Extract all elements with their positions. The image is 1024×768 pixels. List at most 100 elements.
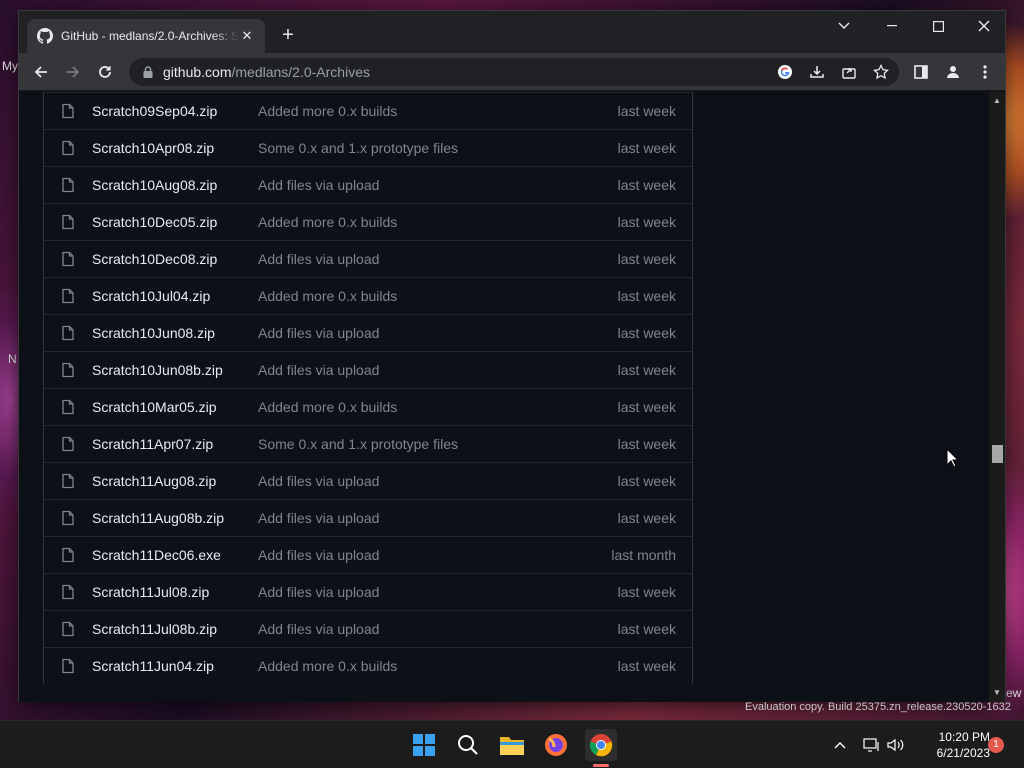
commit-message-link[interactable]: Some 0.x and 1.x prototype files bbox=[258, 140, 572, 156]
file-name-link[interactable]: Scratch10Aug08.zip bbox=[92, 177, 258, 193]
commit-message-link[interactable]: Add files via upload bbox=[258, 473, 572, 489]
browser-tab[interactable]: GitHub - medlans/2.0-Archives: Scratch ✕ bbox=[27, 19, 265, 53]
commit-date: last week bbox=[617, 251, 676, 267]
commit-message-link[interactable]: Add files via upload bbox=[258, 547, 572, 563]
volume-icon[interactable] bbox=[886, 735, 906, 755]
commit-message-link[interactable]: Add files via upload bbox=[258, 584, 572, 600]
vertical-scrollbar[interactable]: ▲ ▼ bbox=[989, 92, 1005, 702]
desktop-icon-label[interactable]: My bbox=[2, 59, 18, 73]
search-icon[interactable] bbox=[452, 729, 484, 761]
commit-message-link[interactable]: Added more 0.x builds bbox=[258, 288, 572, 304]
clock-time: 10:20 PM bbox=[938, 730, 990, 744]
table-row[interactable]: Scratch11Apr07.zip Some 0.x and 1.x proto… bbox=[44, 425, 692, 462]
new-tab-button[interactable]: + bbox=[277, 25, 299, 47]
commit-message-link[interactable]: Some 0.x and 1.x prototype files bbox=[258, 436, 572, 452]
file-name-link[interactable]: Scratch11Jul08.zip bbox=[92, 584, 258, 600]
tab-search-icon[interactable] bbox=[821, 11, 867, 41]
file-icon bbox=[60, 510, 76, 526]
scrollbar-thumb[interactable] bbox=[992, 445, 1003, 463]
minimize-button[interactable] bbox=[869, 11, 915, 41]
file-explorer-icon[interactable] bbox=[496, 729, 528, 761]
commit-message-link[interactable]: Add files via upload bbox=[258, 251, 572, 267]
commit-message-link[interactable]: Added more 0.x builds bbox=[258, 399, 572, 415]
bookmark-star-icon[interactable] bbox=[869, 60, 893, 84]
reload-button[interactable] bbox=[93, 60, 117, 84]
table-row[interactable]: Scratch10Dec08.zip Add files via upload la… bbox=[44, 240, 692, 277]
menu-icon[interactable] bbox=[973, 60, 997, 84]
file-icon bbox=[60, 362, 76, 378]
profile-icon[interactable] bbox=[941, 60, 965, 84]
forward-button[interactable] bbox=[61, 60, 85, 84]
commit-date: last week bbox=[617, 103, 676, 119]
chevron-up-icon[interactable] bbox=[830, 735, 850, 755]
file-name-link[interactable]: Scratch11Dec06.exe bbox=[92, 547, 258, 563]
table-row[interactable]: Scratch09Sep04.zip Added more 0.x builds l… bbox=[44, 92, 692, 129]
file-name-link[interactable]: Scratch10Mar05.zip bbox=[92, 399, 258, 415]
back-button[interactable] bbox=[29, 60, 53, 84]
commit-message-link[interactable]: Added more 0.x builds bbox=[258, 103, 572, 119]
install-app-icon[interactable] bbox=[805, 60, 829, 84]
commit-date: last week bbox=[617, 362, 676, 378]
commit-message-link[interactable]: Added more 0.x builds bbox=[258, 214, 572, 230]
file-name-link[interactable]: Scratch10Jun08.zip bbox=[92, 325, 258, 341]
file-name-link[interactable]: Scratch11Aug08b.zip bbox=[92, 510, 258, 526]
table-row[interactable]: Scratch11Jul08b.zip Add files via upload l… bbox=[44, 610, 692, 647]
table-row[interactable]: Scratch10Jun08b.zip Add files via upload l… bbox=[44, 351, 692, 388]
commit-message-link[interactable]: Add files via upload bbox=[258, 362, 572, 378]
scroll-up-icon[interactable]: ▲ bbox=[989, 94, 1005, 108]
lock-icon[interactable] bbox=[141, 65, 155, 79]
commit-message-link[interactable]: Add files via upload bbox=[258, 621, 572, 637]
tab-title: GitHub - medlans/2.0-Archives: Scratch bbox=[61, 29, 239, 43]
table-row[interactable]: Scratch10Jun08.zip Add files via upload la… bbox=[44, 314, 692, 351]
table-row[interactable]: Scratch11Aug08.zip Add files via upload la… bbox=[44, 462, 692, 499]
side-panel-icon[interactable] bbox=[909, 60, 933, 84]
file-list: Scratch09Sep04.zip Added more 0.x builds l… bbox=[43, 92, 693, 684]
file-icon bbox=[60, 436, 76, 452]
table-row[interactable]: Scratch10Dec05.zip Added more 0.x builds l… bbox=[44, 203, 692, 240]
file-name-link[interactable]: Scratch11Apr07.zip bbox=[92, 436, 258, 452]
file-name-link[interactable]: Scratch11Jun04.zip bbox=[92, 658, 258, 674]
network-icon[interactable] bbox=[862, 735, 882, 755]
close-tab-icon[interactable]: ✕ bbox=[239, 28, 255, 44]
scroll-down-icon[interactable]: ▼ bbox=[989, 686, 1005, 700]
desktop-icon-label[interactable]: N bbox=[8, 352, 17, 366]
file-name-link[interactable]: Scratch10Dec05.zip bbox=[92, 214, 258, 230]
commit-message-link[interactable]: Added more 0.x builds bbox=[258, 658, 572, 674]
file-icon bbox=[60, 658, 76, 674]
file-name-link[interactable]: Scratch10Jun08b.zip bbox=[92, 362, 258, 378]
file-icon bbox=[60, 288, 76, 304]
file-name-link[interactable]: Scratch10Dec08.zip bbox=[92, 251, 258, 267]
start-button[interactable] bbox=[408, 729, 440, 761]
chrome-icon[interactable] bbox=[585, 729, 617, 761]
table-row[interactable]: Scratch11Jun04.zip Added more 0.x builds l… bbox=[44, 647, 692, 684]
file-name-link[interactable]: Scratch11Jul08b.zip bbox=[92, 621, 258, 637]
google-icon[interactable] bbox=[773, 60, 797, 84]
firefox-icon[interactable] bbox=[540, 729, 572, 761]
table-row[interactable]: Scratch10Jul04.zip Added more 0.x builds l… bbox=[44, 277, 692, 314]
commit-date: last week bbox=[617, 473, 676, 489]
table-row[interactable]: Scratch10Aug08.zip Add files via upload la… bbox=[44, 166, 692, 203]
desktop-icon-label[interactable]: ew bbox=[1006, 686, 1021, 700]
notification-badge[interactable]: 1 bbox=[988, 737, 1004, 753]
file-name-link[interactable]: Scratch09Sep04.zip bbox=[92, 103, 258, 119]
url-text[interactable]: github.com/medlans/2.0-Archives bbox=[163, 64, 370, 80]
address-bar[interactable]: github.com/medlans/2.0-Archives bbox=[129, 58, 899, 86]
commit-message-link[interactable]: Add files via upload bbox=[258, 325, 572, 341]
table-row[interactable]: Scratch10Apr08.zip Some 0.x and 1.x proto… bbox=[44, 129, 692, 166]
commit-message-link[interactable]: Add files via upload bbox=[258, 177, 572, 193]
table-row[interactable]: Scratch10Mar05.zip Added more 0.x builds l… bbox=[44, 388, 692, 425]
file-icon bbox=[60, 140, 76, 156]
share-icon[interactable] bbox=[837, 60, 861, 84]
file-name-link[interactable]: Scratch10Apr08.zip bbox=[92, 140, 258, 156]
system-clock[interactable]: 10:20 PM 6/21/2023 bbox=[910, 729, 990, 761]
table-row[interactable]: Scratch11Jul08.zip Add files via upload la… bbox=[44, 573, 692, 610]
maximize-button[interactable] bbox=[915, 11, 961, 41]
file-name-link[interactable]: Scratch11Aug08.zip bbox=[92, 473, 258, 489]
evaluation-watermark: Evaluation copy. Build 25375.zn_release.… bbox=[745, 701, 1011, 713]
table-row[interactable]: Scratch11Dec06.exe Add files via upload la… bbox=[44, 536, 692, 573]
commit-message-link[interactable]: Add files via upload bbox=[258, 510, 572, 526]
close-window-button[interactable] bbox=[961, 11, 1007, 41]
file-icon bbox=[60, 621, 76, 637]
file-name-link[interactable]: Scratch10Jul04.zip bbox=[92, 288, 258, 304]
table-row[interactable]: Scratch11Aug08b.zip Add files via upload l… bbox=[44, 499, 692, 536]
